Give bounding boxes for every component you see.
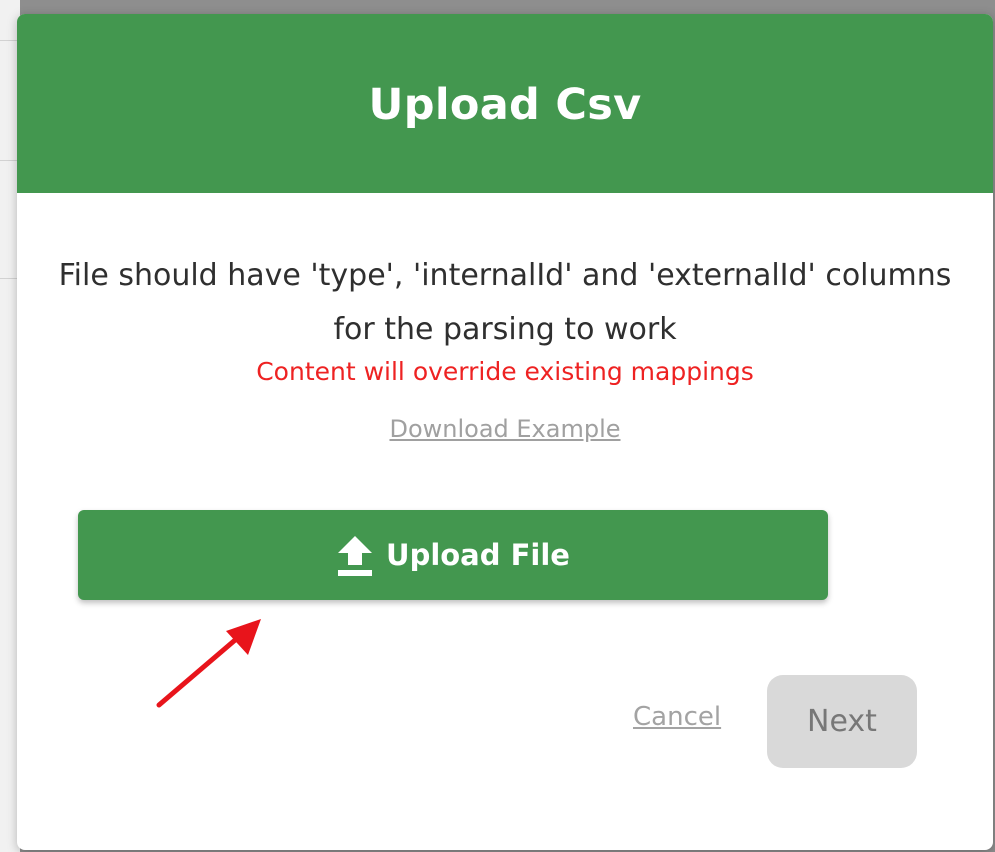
- upload-file-button[interactable]: Upload File: [78, 510, 828, 600]
- annotation-arrow-icon: [156, 619, 261, 708]
- next-button[interactable]: Next: [767, 675, 917, 768]
- dialog-header: Upload Csv: [17, 14, 993, 193]
- download-example-link[interactable]: Download Example: [17, 415, 993, 443]
- upload-icon: [338, 536, 373, 576]
- override-warning: Content will override existing mappings: [256, 357, 754, 386]
- upload-file-label: Upload File: [386, 538, 570, 572]
- instructions-text: File should have 'type', 'internalId' an…: [58, 258, 952, 347]
- cancel-button[interactable]: Cancel: [633, 702, 721, 732]
- dialog-title: Upload Csv: [368, 79, 642, 130]
